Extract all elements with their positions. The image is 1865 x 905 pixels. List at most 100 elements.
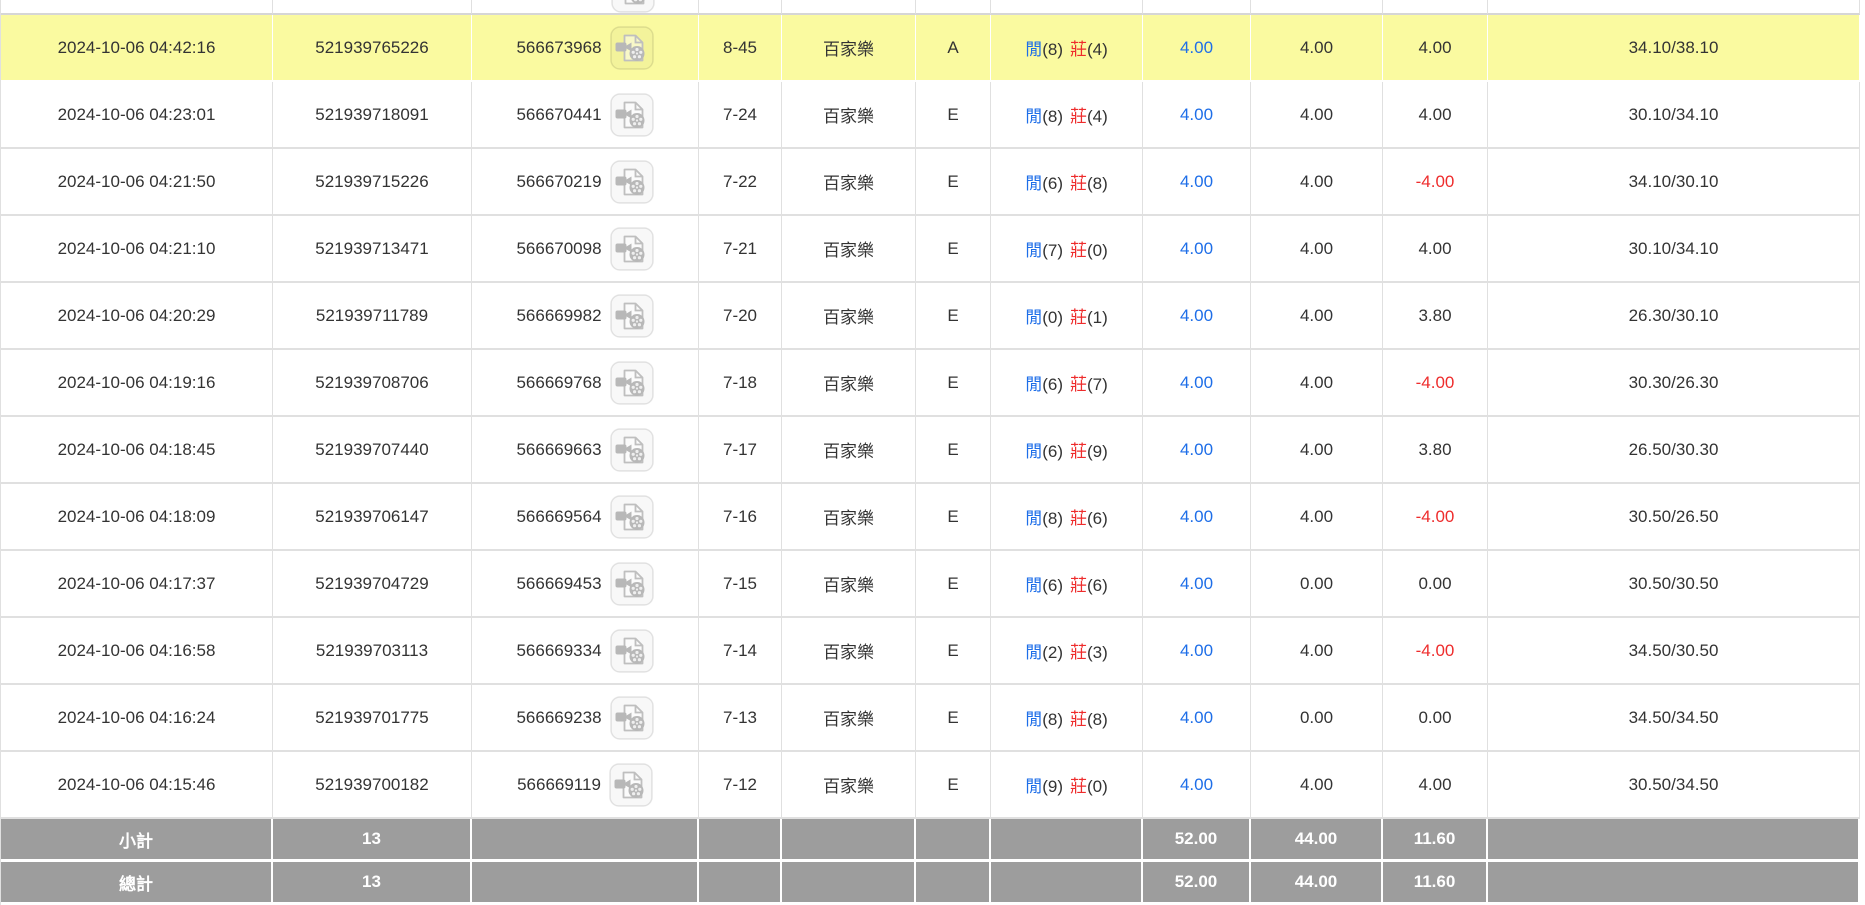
cell-balance: 30.50/30.50 — [1488, 551, 1860, 618]
bet-amount-link[interactable]: 4.00 — [1180, 373, 1213, 392]
player-result: 閒 — [1025, 710, 1042, 729]
video-replay-button[interactable] — [610, 696, 654, 740]
video-replay-button[interactable] — [610, 93, 654, 137]
video-replay-icon — [610, 160, 654, 204]
bet-amount-link[interactable]: 4.00 — [1180, 440, 1213, 459]
bet-amount-link[interactable]: 4.00 — [1180, 239, 1213, 258]
video-replay-button[interactable] — [610, 562, 654, 606]
banker-points: (1) — [1087, 308, 1108, 327]
summary-empty-game — [782, 862, 916, 905]
cell-valid-bet: 4.00 — [1251, 752, 1383, 819]
round-id-text: 566669982 — [516, 306, 601, 326]
table-row[interactable]: 2024-10-06 04:21:50 521939715226 5666702… — [1, 149, 1860, 216]
video-replay-button[interactable] — [610, 495, 654, 539]
cell-table-code: E — [916, 417, 991, 484]
cell-winloss: 4.00 — [1383, 82, 1488, 149]
cell-balance: 34.50/30.50 — [1488, 618, 1860, 685]
round-id-text: 566669238 — [516, 708, 601, 728]
video-replay-icon — [610, 428, 654, 472]
banker-result: 莊 — [1070, 308, 1087, 327]
round-id-text: 566669453 — [516, 574, 601, 594]
table-row[interactable]: 2024-10-06 04:16:58 521939703113 5666693… — [1, 618, 1860, 685]
cell-result: 閒(8)莊(4) — [991, 15, 1143, 82]
cell-bet-id: 521939700182 — [273, 752, 472, 819]
video-replay-button[interactable] — [610, 160, 654, 204]
cell-bet-id — [273, 0, 472, 15]
cell-table-code: E — [916, 350, 991, 417]
bet-amount-link[interactable]: 4.00 — [1180, 172, 1213, 191]
summary-empty-round-id — [472, 862, 699, 905]
cell-round-id — [472, 0, 699, 15]
cell-valid-bet: 4.00 — [1251, 216, 1383, 283]
summary-label: 總計 — [1, 862, 273, 905]
table-row[interactable]: 2024-10-06 04:17:37 521939704729 5666694… — [1, 551, 1860, 618]
cell-valid-bet: 4.00 — [1251, 82, 1383, 149]
video-replay-button[interactable] — [609, 763, 653, 807]
cell-round-id: 566669119 — [472, 752, 699, 819]
cell-round-no — [699, 0, 782, 15]
cell-winloss: 4.00 — [1383, 216, 1488, 283]
cell-bet-id: 521939711789 — [273, 283, 472, 350]
cell-round-id: 566669334 — [472, 618, 699, 685]
summary-row: 總計 13 52.00 44.00 11.60 — [1, 862, 1860, 905]
cell-result: 閒(7)莊(0) — [991, 216, 1143, 283]
bet-amount-link[interactable]: 4.00 — [1180, 708, 1213, 727]
cell-result: 閒(8)莊(6) — [991, 484, 1143, 551]
table-row[interactable]: 2024-10-06 04:19:16 521939708706 5666697… — [1, 350, 1860, 417]
table-row[interactable]: 2024-10-06 04:23:01 521939718091 5666704… — [1, 82, 1860, 149]
cell-bet-id: 521939718091 — [273, 82, 472, 149]
bet-amount-link[interactable]: 4.00 — [1180, 105, 1213, 124]
bet-amount-link[interactable]: 4.00 — [1180, 775, 1213, 794]
player-points: (8) — [1042, 509, 1063, 528]
cell-time: 2024-10-06 04:21:50 — [1, 149, 273, 216]
table-row[interactable]: 2024-10-06 04:18:45 521939707440 5666696… — [1, 417, 1860, 484]
cell-table-code: E — [916, 551, 991, 618]
table-row[interactable]: 2024-10-06 04:18:09 521939706147 5666695… — [1, 484, 1860, 551]
cell-bet-amount: 4.00 — [1143, 283, 1251, 350]
table-row[interactable]: 2024-10-06 04:21:10 521939713471 5666700… — [1, 216, 1860, 283]
cell-game: 百家樂 — [782, 149, 916, 216]
video-replay-button[interactable] — [611, 0, 655, 13]
video-replay-button[interactable] — [610, 227, 654, 271]
cell-table-code: E — [916, 283, 991, 350]
round-id-text: 566669564 — [516, 507, 601, 527]
video-replay-button[interactable] — [610, 26, 654, 70]
bet-amount-link[interactable]: 4.00 — [1180, 38, 1213, 57]
video-replay-icon — [610, 227, 654, 271]
round-id-text: 566669768 — [516, 373, 601, 393]
table-row[interactable]: 2024-10-06 04:15:46 521939700182 5666691… — [1, 752, 1860, 819]
bet-amount-link[interactable]: 4.00 — [1180, 507, 1213, 526]
cell-round-no: 7-12 — [699, 752, 782, 819]
bet-amount-link[interactable]: 4.00 — [1180, 641, 1213, 660]
banker-result: 莊 — [1070, 777, 1087, 796]
cell-round-id: 566669238 — [472, 685, 699, 752]
cell-time: 2024-10-06 04:16:58 — [1, 618, 273, 685]
cell-valid-bet: 4.00 — [1251, 618, 1383, 685]
bet-history-table: 2024-10-06 04:42:16 521939765226 5666739… — [0, 0, 1860, 905]
player-result: 閒 — [1025, 777, 1042, 796]
video-replay-icon — [610, 361, 654, 405]
cell-bet-id: 521939765226 — [273, 15, 472, 82]
cell-game: 百家樂 — [782, 551, 916, 618]
cell-winloss: -4.00 — [1383, 484, 1488, 551]
video-replay-button[interactable] — [610, 629, 654, 673]
bet-amount-link[interactable]: 4.00 — [1180, 306, 1213, 325]
table-row[interactable]: 2024-10-06 04:42:16 521939765226 5666739… — [1, 15, 1860, 82]
video-replay-button[interactable] — [610, 428, 654, 472]
cell-bet-amount: 4.00 — [1143, 350, 1251, 417]
player-points: (8) — [1042, 40, 1063, 59]
summary-empty-round-no — [699, 862, 782, 905]
cell-round-no: 7-22 — [699, 149, 782, 216]
cell-table-code: E — [916, 82, 991, 149]
video-replay-button[interactable] — [610, 361, 654, 405]
cell-bet-amount: 4.00 — [1143, 149, 1251, 216]
cell-bet-amount: 4.00 — [1143, 82, 1251, 149]
bet-amount-link[interactable]: 4.00 — [1180, 574, 1213, 593]
round-id-text: 566670441 — [516, 105, 601, 125]
table-row[interactable]: 2024-10-06 04:20:29 521939711789 5666699… — [1, 283, 1860, 350]
table-row[interactable]: 2024-10-06 04:16:24 521939701775 5666692… — [1, 685, 1860, 752]
cell-round-no: 7-20 — [699, 283, 782, 350]
cell-valid-bet: 4.00 — [1251, 417, 1383, 484]
banker-points: (0) — [1087, 241, 1108, 260]
video-replay-button[interactable] — [610, 294, 654, 338]
